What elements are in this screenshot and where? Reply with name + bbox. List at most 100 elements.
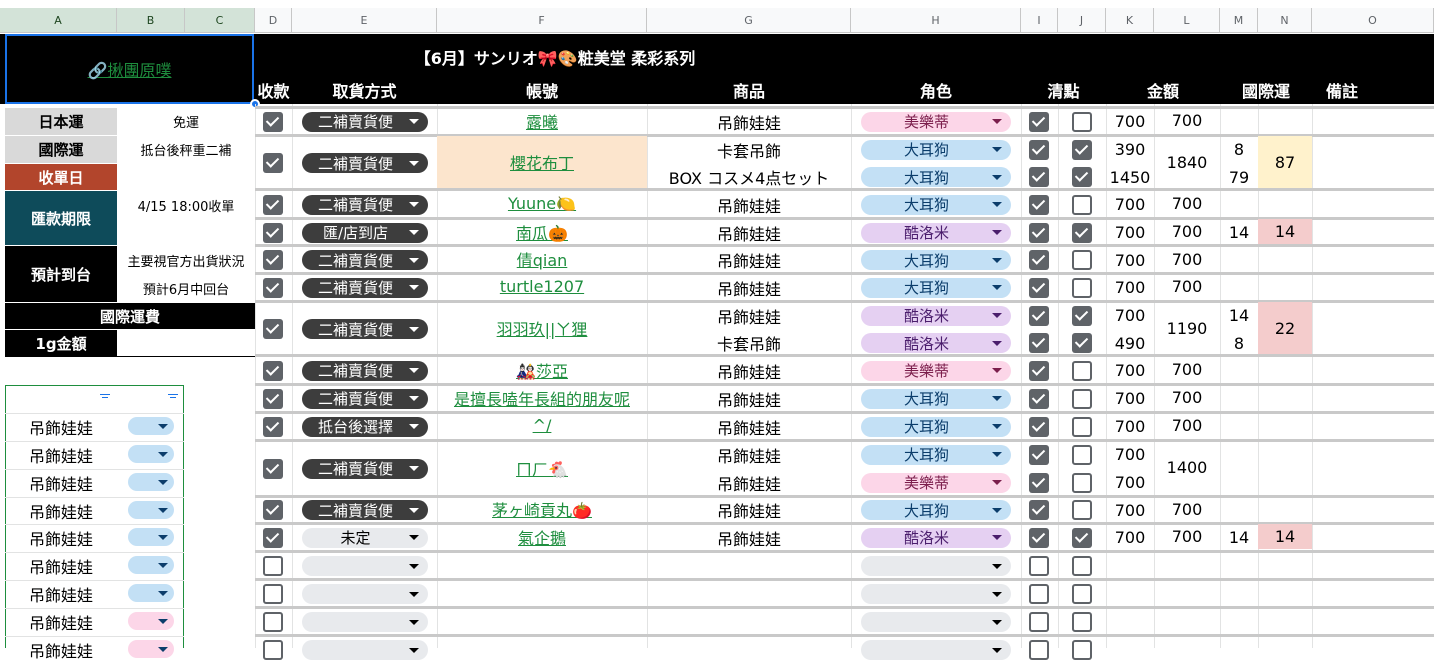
character-dropdown[interactable]: 大耳狗 bbox=[861, 500, 1011, 520]
account-link[interactable]: 露曦 bbox=[526, 109, 558, 133]
character-dropdown[interactable] bbox=[861, 640, 1011, 660]
paid-checkbox[interactable] bbox=[263, 416, 283, 437]
received-checkbox[interactable] bbox=[1072, 277, 1092, 298]
character-dropdown[interactable]: 大耳狗 bbox=[861, 416, 1011, 437]
character-dropdown[interactable]: 大耳狗 bbox=[861, 167, 1011, 187]
counted-checkbox[interactable] bbox=[1029, 250, 1049, 270]
counted-checkbox[interactable] bbox=[1029, 556, 1049, 576]
pickup-dropdown[interactable] bbox=[302, 584, 428, 604]
character-dropdown[interactable] bbox=[861, 612, 1011, 632]
filter-dropdown[interactable] bbox=[128, 501, 174, 519]
pickup-dropdown[interactable]: 抵台後選擇 bbox=[302, 416, 428, 437]
received-checkbox[interactable] bbox=[1072, 472, 1092, 493]
counted-checkbox[interactable] bbox=[1029, 194, 1049, 215]
account-link[interactable]: ^/ bbox=[533, 416, 552, 435]
character-dropdown[interactable]: 大耳狗 bbox=[861, 444, 1011, 465]
counted-checkbox[interactable] bbox=[1029, 139, 1049, 160]
counted-checkbox[interactable] bbox=[1029, 305, 1049, 326]
counted-checkbox[interactable] bbox=[1029, 277, 1049, 298]
filter-dropdown[interactable] bbox=[128, 417, 174, 435]
counted-checkbox[interactable] bbox=[1029, 333, 1049, 353]
received-checkbox[interactable] bbox=[1072, 640, 1092, 660]
pickup-dropdown[interactable] bbox=[302, 640, 428, 660]
filter-dropdown[interactable] bbox=[128, 640, 174, 658]
account-link[interactable]: 是擅長嗑年長組的朋友呢 bbox=[454, 386, 630, 410]
character-dropdown[interactable] bbox=[861, 584, 1011, 604]
character-dropdown[interactable]: 酷洛米 bbox=[861, 333, 1011, 353]
character-dropdown[interactable]: 大耳狗 bbox=[861, 388, 1011, 409]
counted-checkbox[interactable] bbox=[1029, 416, 1049, 437]
filter-dropdown[interactable] bbox=[128, 473, 174, 491]
pickup-dropdown[interactable]: 匯/店到店 bbox=[302, 222, 428, 243]
account-link[interactable]: 茅ヶ崎貢丸🍅 bbox=[492, 497, 592, 521]
pickup-dropdown[interactable]: 二補賣貨便 bbox=[302, 388, 428, 409]
filter-dropdown[interactable] bbox=[128, 556, 174, 574]
column-header-a[interactable]: A bbox=[0, 8, 117, 33]
paid-checkbox[interactable] bbox=[263, 640, 283, 660]
account-link[interactable]: 🎎莎亞 bbox=[516, 358, 568, 382]
paid-checkbox[interactable] bbox=[263, 319, 283, 339]
counted-checkbox[interactable] bbox=[1029, 584, 1049, 604]
counted-checkbox[interactable] bbox=[1029, 472, 1049, 493]
pickup-dropdown[interactable]: 未定 bbox=[302, 527, 428, 548]
received-checkbox[interactable] bbox=[1072, 305, 1092, 326]
column-header-b[interactable]: B bbox=[117, 8, 185, 33]
pickup-dropdown[interactable]: 二補賣貨便 bbox=[302, 277, 428, 298]
column-header-o[interactable]: O bbox=[1312, 8, 1434, 33]
column-header-d[interactable]: D bbox=[255, 8, 292, 33]
column-header-i[interactable]: I bbox=[1021, 8, 1058, 33]
column-header-n[interactable]: N bbox=[1258, 8, 1312, 33]
counted-checkbox[interactable] bbox=[1029, 111, 1049, 132]
paid-checkbox[interactable] bbox=[263, 360, 283, 381]
character-dropdown[interactable]: 酷洛米 bbox=[861, 222, 1011, 243]
paid-checkbox[interactable] bbox=[263, 458, 283, 479]
received-checkbox[interactable] bbox=[1072, 111, 1092, 132]
received-checkbox[interactable] bbox=[1072, 250, 1092, 270]
counted-checkbox[interactable] bbox=[1029, 388, 1049, 409]
received-checkbox[interactable] bbox=[1072, 612, 1092, 632]
character-dropdown[interactable]: 大耳狗 bbox=[861, 139, 1011, 160]
column-header-g[interactable]: G bbox=[647, 8, 851, 33]
per-gram-value[interactable] bbox=[117, 330, 255, 357]
received-checkbox[interactable] bbox=[1072, 584, 1092, 604]
original-post-link[interactable]: 🔗揪團原噗 bbox=[88, 57, 172, 81]
pickup-dropdown[interactable]: 二補賣貨便 bbox=[302, 500, 428, 520]
counted-checkbox[interactable] bbox=[1029, 640, 1049, 660]
paid-checkbox[interactable] bbox=[263, 222, 283, 243]
received-checkbox[interactable] bbox=[1072, 222, 1092, 243]
character-dropdown[interactable]: 美樂蒂 bbox=[861, 360, 1011, 381]
column-header-c[interactable]: C bbox=[185, 8, 255, 33]
character-dropdown[interactable]: 美樂蒂 bbox=[861, 472, 1011, 493]
account-link[interactable]: 羽羽玖||ㄚ狸 bbox=[497, 316, 588, 340]
character-dropdown[interactable] bbox=[861, 556, 1011, 576]
pickup-dropdown[interactable]: 二補賣貨便 bbox=[302, 153, 428, 173]
character-dropdown[interactable]: 大耳狗 bbox=[861, 194, 1011, 215]
account-link[interactable]: 倩qian bbox=[517, 247, 568, 271]
paid-checkbox[interactable] bbox=[263, 111, 283, 132]
counted-checkbox[interactable] bbox=[1029, 360, 1049, 381]
received-checkbox[interactable] bbox=[1072, 416, 1092, 437]
column-header-j[interactable]: J bbox=[1058, 8, 1106, 33]
paid-checkbox[interactable] bbox=[263, 153, 283, 173]
received-checkbox[interactable] bbox=[1072, 556, 1092, 576]
filter-dropdown[interactable] bbox=[128, 584, 174, 602]
paid-checkbox[interactable] bbox=[263, 250, 283, 270]
column-header-e[interactable]: E bbox=[292, 8, 437, 33]
counted-checkbox[interactable] bbox=[1029, 612, 1049, 632]
received-checkbox[interactable] bbox=[1072, 167, 1092, 187]
counted-checkbox[interactable] bbox=[1029, 444, 1049, 465]
pickup-dropdown[interactable]: 二補賣貨便 bbox=[302, 319, 428, 339]
pickup-dropdown[interactable]: 二補賣貨便 bbox=[302, 194, 428, 215]
column-header-l[interactable]: L bbox=[1154, 8, 1220, 33]
pickup-dropdown[interactable]: 二補賣貨便 bbox=[302, 360, 428, 381]
paid-checkbox[interactable] bbox=[263, 500, 283, 520]
account-link[interactable]: Yuune🍋 bbox=[508, 194, 576, 213]
column-header-h[interactable]: H bbox=[851, 8, 1021, 33]
paid-checkbox[interactable] bbox=[263, 556, 283, 576]
pickup-dropdown[interactable] bbox=[302, 612, 428, 632]
paid-checkbox[interactable] bbox=[263, 277, 283, 298]
received-checkbox[interactable] bbox=[1072, 194, 1092, 215]
account-link[interactable]: turtle1207 bbox=[500, 277, 584, 296]
pickup-dropdown[interactable] bbox=[302, 556, 428, 576]
account-link[interactable]: 氣企鵝 bbox=[518, 525, 566, 549]
